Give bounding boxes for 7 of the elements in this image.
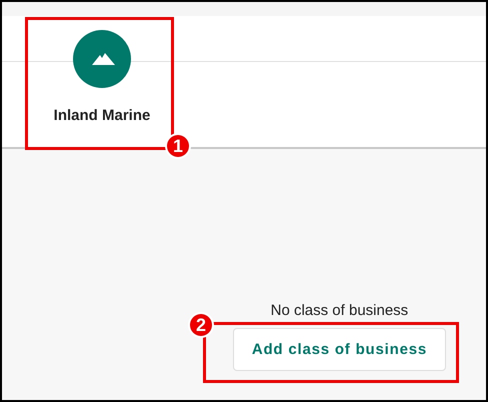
add-class-button[interactable]: Add class of business (232, 328, 446, 371)
category-tab[interactable]: Inland Marine (38, 30, 166, 124)
empty-message: No class of business (270, 302, 408, 319)
category-label: Inland Marine (54, 107, 150, 124)
step-badge: 1 (167, 135, 189, 157)
step-badge: 2 (190, 314, 212, 336)
mountain-icon (73, 30, 131, 88)
